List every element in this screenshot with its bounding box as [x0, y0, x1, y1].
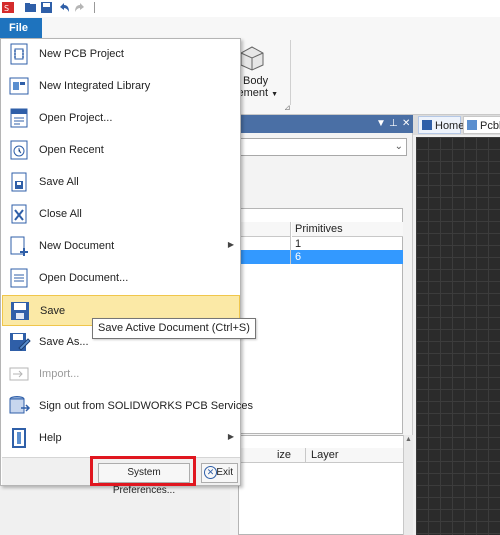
submenu-arrow-icon: ▶ — [227, 432, 234, 441]
menu-item-label: Sign out from SOLIDWORKS PCB Services — [39, 400, 253, 412]
import-icon — [9, 367, 29, 381]
scroll-up-icon[interactable]: ▲ — [405, 436, 412, 443]
panel-header: ▼ ⊥ ✕ — [230, 115, 413, 133]
menu-item-open-project[interactable]: Open Project... — [2, 103, 240, 134]
ribbon-separator — [290, 40, 291, 105]
menu-item-close-all[interactable]: Close All — [2, 199, 240, 230]
file-menu: New PCB Project New Integrated Library O… — [0, 38, 253, 496]
submenu-arrow-icon: ▶ — [227, 240, 234, 249]
tab-home-label: Home — [435, 120, 465, 132]
save-tooltip: Save Active Document (Ctrl+S) — [92, 318, 256, 339]
open-recent-icon — [10, 140, 28, 160]
open-document-icon — [10, 268, 28, 288]
primitives-grid — [238, 208, 403, 434]
file-tab[interactable]: File — [0, 18, 42, 38]
menu-item-import[interactable]: Import... — [2, 359, 240, 390]
menu-item-new-pcb-project[interactable]: New PCB Project — [2, 39, 240, 70]
panel-dropdown[interactable]: ⌄ — [238, 138, 407, 156]
close-all-icon — [11, 204, 27, 224]
chevron-down-icon: ⌄ — [394, 141, 403, 152]
menu-item-save-all[interactable]: Save All — [2, 167, 240, 198]
grid-cell-primitives: 6 — [295, 251, 302, 263]
tab-pcb[interactable]: Pcbl — [463, 116, 500, 134]
app-logo-icon: S — [2, 2, 14, 13]
menu-item-open-recent[interactable]: Open Recent — [2, 135, 240, 166]
tab-home[interactable]: Home — [418, 116, 465, 134]
pcb-canvas[interactable] — [416, 137, 500, 535]
tab-pcb-label: Pcbl — [480, 120, 500, 132]
menu-item-open-document[interactable]: Open Document... — [2, 263, 240, 294]
menu-item-label: Open Document... — [39, 272, 129, 284]
new-integrated-library-icon — [9, 77, 29, 95]
quick-access-toolbar: S — [0, 0, 500, 17]
open-project-icon — [10, 108, 28, 128]
redo-icon[interactable] — [74, 1, 87, 14]
undo-icon[interactable] — [57, 1, 70, 14]
3d-body-icon[interactable] — [239, 45, 265, 71]
grid-column-header-blank[interactable] — [238, 222, 291, 237]
home-icon — [422, 120, 432, 130]
save-as-icon — [10, 333, 31, 351]
menu-item-label: Import... — [39, 368, 80, 380]
menu-item-label: New Document — [39, 240, 115, 252]
menu-item-new-document[interactable]: New Document ▶ — [2, 231, 240, 262]
panel-menu-icon[interactable]: ▼ — [376, 118, 386, 129]
open-folder-icon[interactable] — [24, 1, 37, 14]
new-document-icon — [10, 236, 28, 256]
save-all-icon — [11, 172, 27, 192]
help-icon — [12, 428, 26, 448]
sign-out-icon — [9, 396, 31, 414]
toolbar-separator — [94, 2, 95, 13]
menu-item-sign-out[interactable]: Sign out from SOLIDWORKS PCB Services — [2, 391, 253, 422]
menu-item-label: Open Project... — [39, 112, 113, 124]
grid-column-header-primitives[interactable]: Primitives — [292, 222, 403, 237]
save-icon — [11, 302, 29, 320]
grid-column-header-layer[interactable]: Layer — [311, 448, 339, 463]
menu-item-label: Save As... — [39, 336, 89, 348]
menu-item-label: Help — [39, 432, 62, 444]
vertical-scrollbar[interactable]: ▲ — [403, 435, 413, 535]
menu-item-new-integrated-library[interactable]: New Integrated Library — [2, 71, 240, 102]
system-preferences-button[interactable]: System Preferences... — [98, 463, 190, 496]
dropdown-arrow-icon: ▼ — [271, 91, 279, 98]
menu-item-label: Save All — [39, 176, 79, 188]
menu-item-help[interactable]: Help ▶ — [2, 423, 240, 454]
menu-item-label: Save — [40, 305, 66, 317]
menu-item-label: Close All — [39, 208, 82, 220]
menu-item-label: Open Recent — [39, 144, 104, 156]
ribbon-expand-icon[interactable]: ⊿ — [284, 103, 291, 112]
svg-text:S: S — [4, 4, 9, 13]
menu-item-label: New Integrated Library — [39, 80, 151, 92]
layers-grid-header: ize Layer — [238, 448, 403, 463]
table-row-selected[interactable] — [238, 250, 403, 264]
pcb-document-icon — [467, 120, 477, 130]
exit-icon: ✕ — [204, 466, 217, 479]
menu-item-label: New PCB Project — [39, 48, 124, 60]
new-pcb-project-icon — [10, 43, 28, 65]
save-quick-icon[interactable] — [40, 1, 53, 14]
panel-close-icon[interactable]: ✕ — [402, 118, 410, 129]
grid-column-header-size[interactable]: ize — [238, 448, 306, 463]
panel-pin-icon[interactable]: ⊥ — [389, 118, 398, 129]
grid-column-divider — [290, 237, 291, 264]
